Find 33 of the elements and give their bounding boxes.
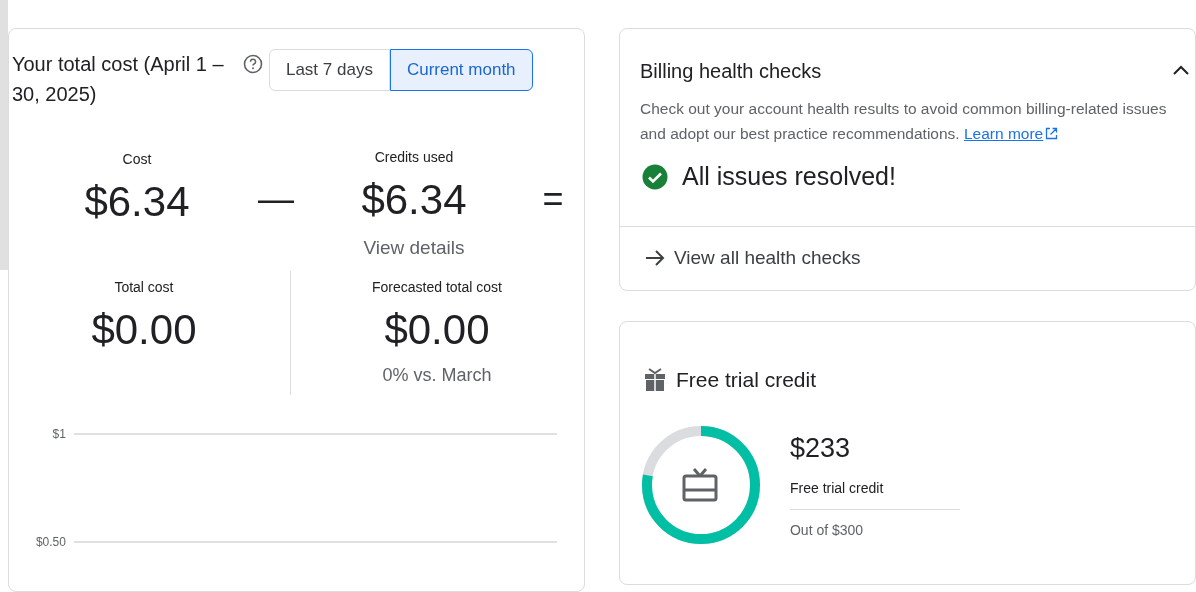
total-cost-amount: $0.00 [91, 304, 197, 355]
credit-amount: $233 [790, 431, 852, 465]
status-text: All issues resolved! [682, 161, 896, 192]
range-tab[interactable]: Current month [389, 49, 533, 91]
range-tab[interactable]: Last 7 days [268, 49, 390, 91]
minus-sign: — [256, 177, 295, 221]
learn-more-link[interactable]: Learn more [963, 121, 1059, 146]
card-title: Billing health checks [640, 59, 822, 84]
forecast-label: Forecasted total cost [371, 277, 502, 297]
axis-label: $0.50 [34, 533, 66, 551]
credit-label: Free trial credit [790, 478, 960, 511]
view-details-link[interactable]: View details [363, 234, 465, 263]
scrollbar[interactable] [0, 0, 8, 270]
gift-icon [644, 367, 666, 392]
health-description: Check out your account health results to avoid common billing-related issues and adopt our best practice recommendations. Learn more [620, 96, 1195, 146]
gift-card-icon [682, 467, 718, 501]
forecast-amount: $0.00 [384, 304, 490, 355]
cost-amount: $6.34 [84, 177, 190, 227]
axis-label: $1 [51, 425, 66, 443]
cost-label: Cost [122, 150, 152, 169]
card-title: Free trial credit [676, 367, 817, 393]
external-link-icon [1045, 127, 1059, 140]
equals-sign: = [541, 177, 565, 221]
credit-total: Out of $300 [790, 521, 865, 541]
help-icon[interactable] [242, 54, 263, 74]
total-cost-label: Total cost [114, 277, 174, 297]
credits-amount: $6.34 [361, 175, 467, 225]
card-title: Your total cost (April 1 – 30, 2025) [11, 52, 225, 107]
credits-label: Credits used [374, 148, 454, 167]
view-all-link[interactable]: View all health checks [620, 243, 1195, 272]
arrow-icon [644, 247, 666, 268]
check-circle-icon [642, 163, 668, 190]
forecast-comparison: 0% vs. March [382, 363, 492, 387]
